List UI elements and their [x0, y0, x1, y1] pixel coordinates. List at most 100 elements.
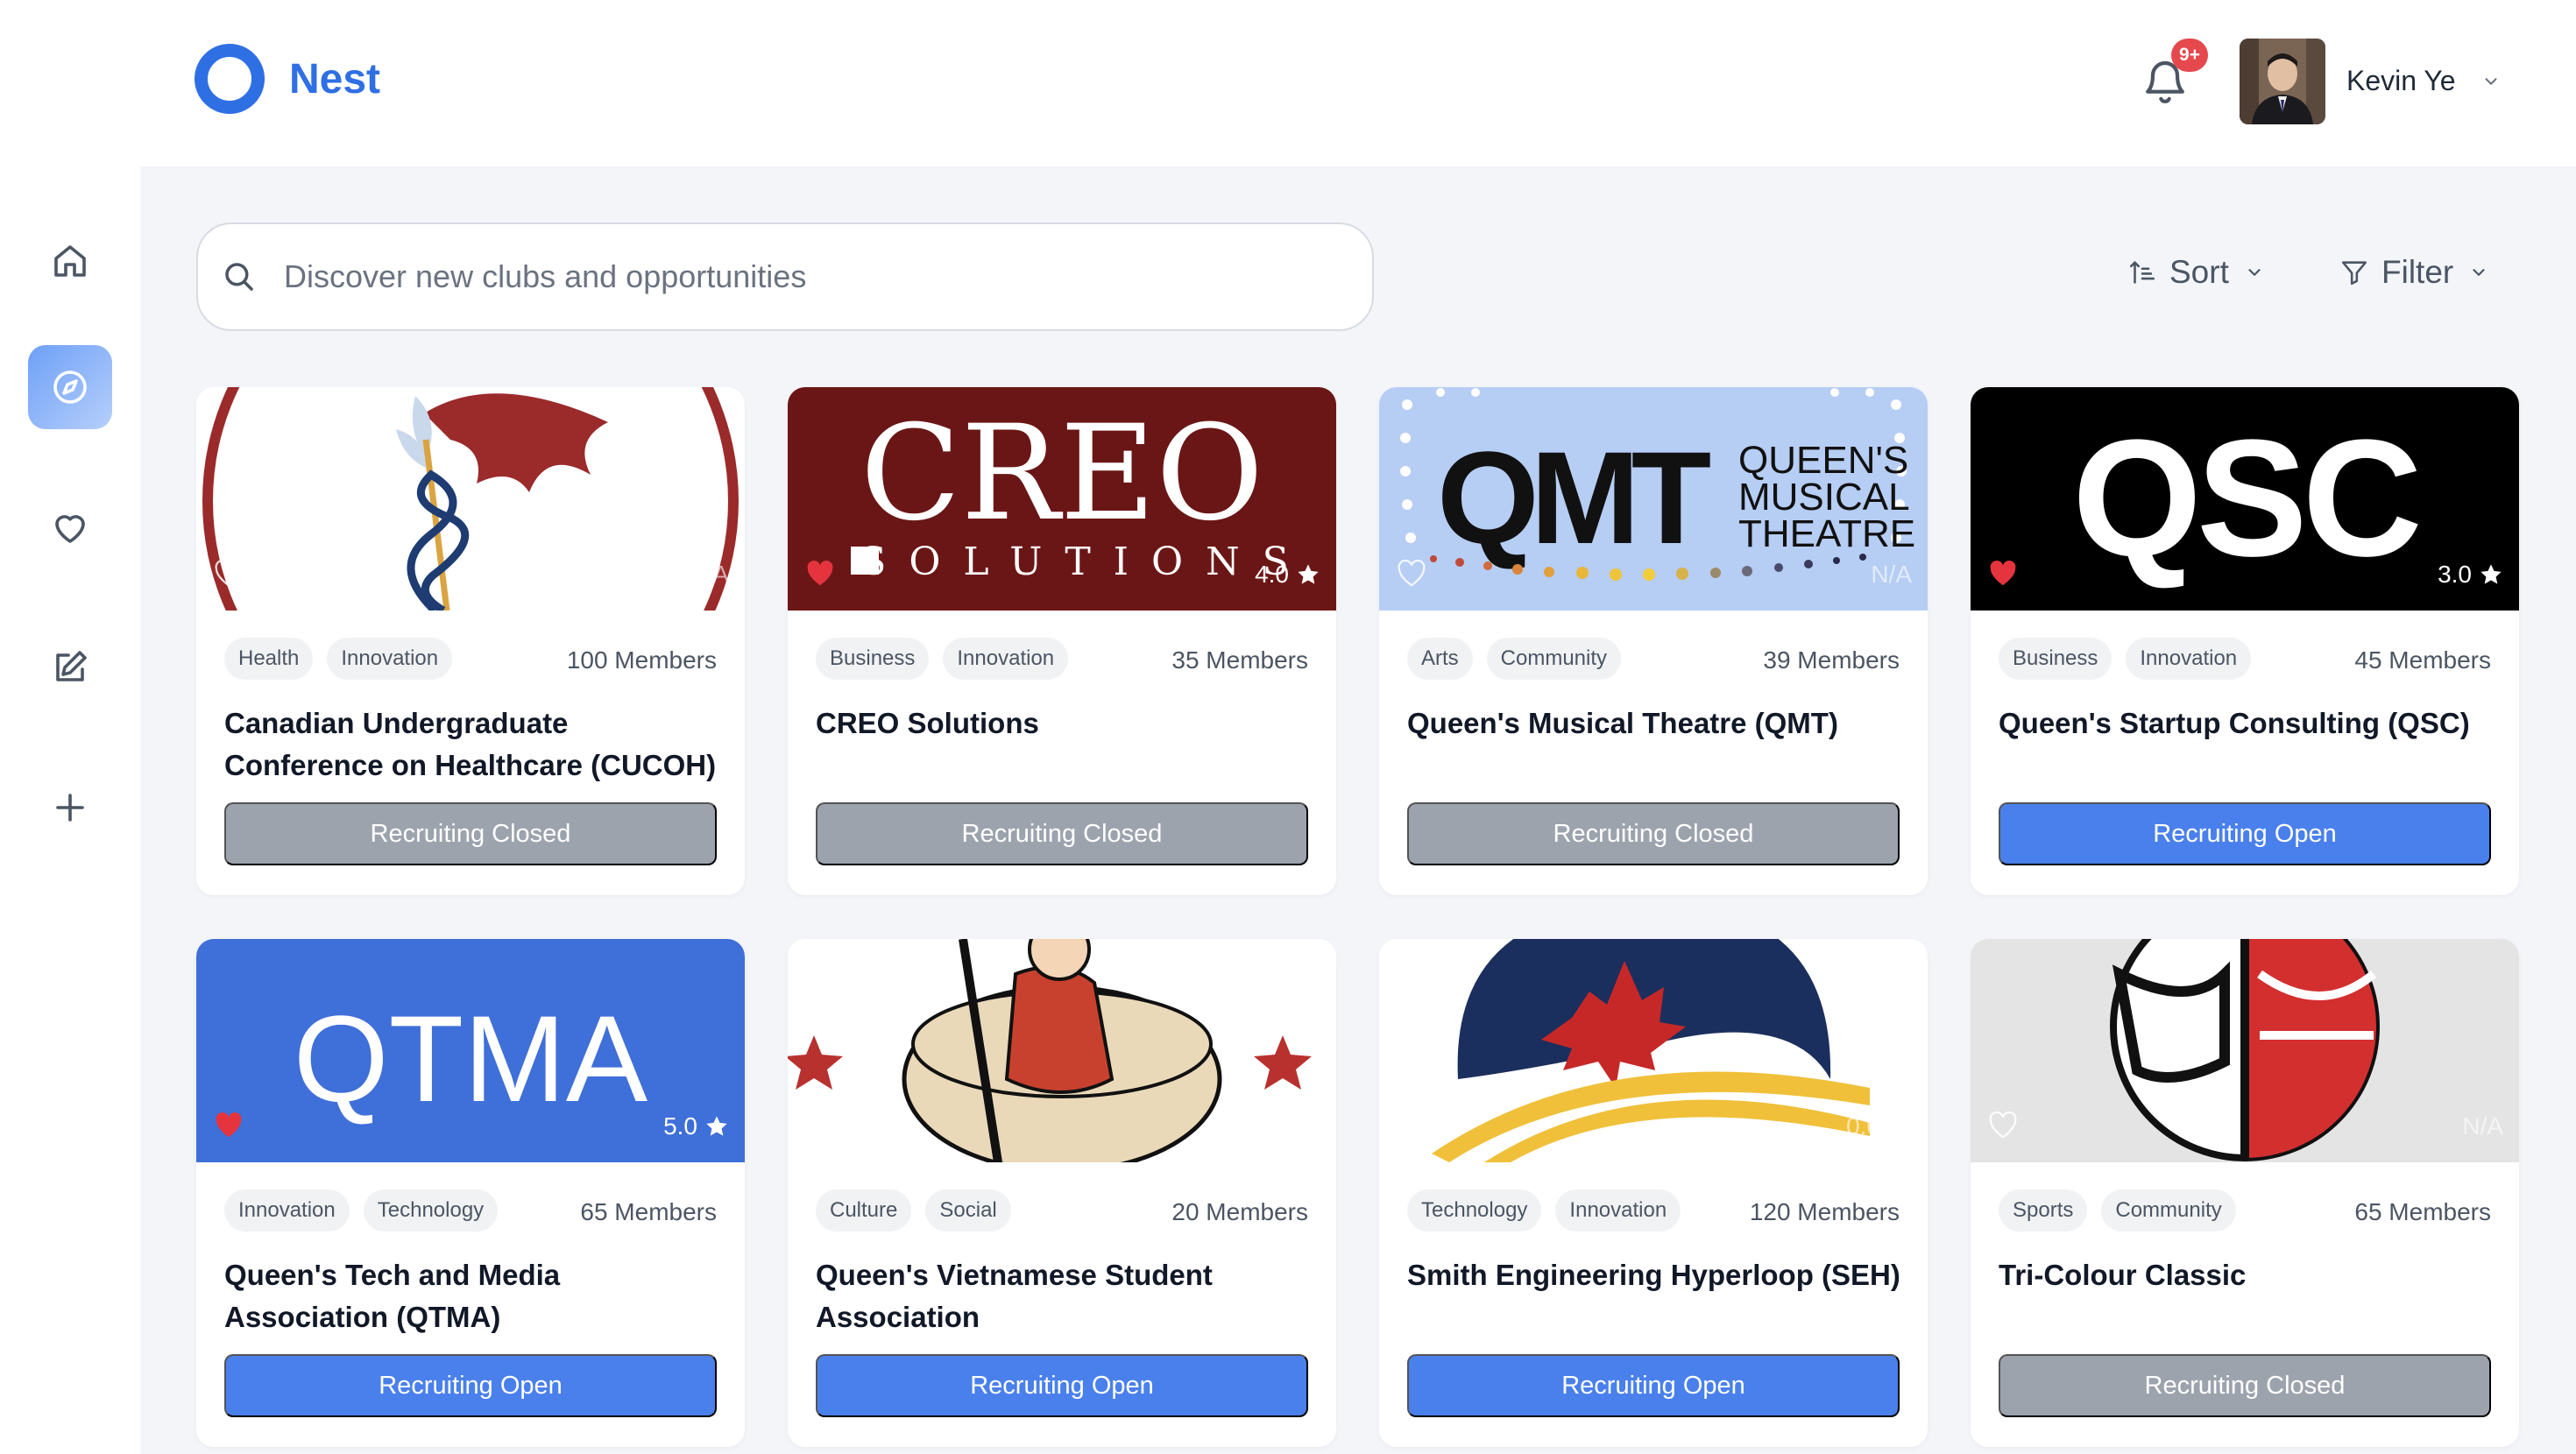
banner-text: SOLUTIONS	[860, 540, 1312, 584]
logo[interactable]: Nest	[195, 44, 380, 114]
tag[interactable]: Innovation	[224, 1189, 350, 1232]
club-banner	[788, 939, 1336, 1162]
recruiting-status-button[interactable]: Recruiting Open	[1407, 1354, 1900, 1417]
notification-badge: 9+	[2171, 39, 2208, 72]
tag-list: Business Innovation	[1999, 638, 2265, 680]
recruiting-status-button[interactable]: Recruiting Closed	[1407, 802, 1900, 865]
recruiting-status-button[interactable]: Recruiting Open	[224, 1354, 717, 1417]
tag[interactable]: Innovation	[2126, 638, 2252, 680]
club-name[interactable]: Tri-Colour Classic	[1999, 1254, 2498, 1296]
tag[interactable]: Technology	[363, 1189, 499, 1232]
rating-value: 5.0	[663, 1112, 697, 1140]
banner-text: QMT	[1437, 424, 1711, 571]
chevron-down-icon[interactable]	[2480, 72, 2502, 91]
favorite-heart-icon[interactable]	[1988, 1111, 2018, 1139]
recruiting-status-button[interactable]: Recruiting Closed	[1999, 1354, 2491, 1417]
recruiting-status-button[interactable]: Recruiting Closed	[816, 802, 1308, 865]
sidebar-item-home[interactable]	[28, 219, 112, 303]
club-name[interactable]: Queen's Musical Theatre (QMT)	[1407, 702, 1907, 745]
tag[interactable]: Innovation	[327, 638, 453, 680]
rating: 3.0	[2438, 561, 2503, 589]
tag[interactable]: Health	[224, 638, 314, 680]
brand-name: Nest	[289, 55, 381, 102]
tag[interactable]: Culture	[816, 1189, 912, 1232]
favorite-heart-icon[interactable]	[1988, 559, 2018, 587]
search-input[interactable]	[284, 258, 1335, 295]
tag[interactable]: Community	[2101, 1189, 2236, 1232]
tag-list: Business Innovation	[816, 638, 1082, 680]
tag[interactable]: Sports	[1999, 1189, 2088, 1232]
qmt-logo-icon: QMT QUEEN'S MUSICAL THEATRE	[1379, 387, 1928, 611]
tag[interactable]: Business	[1999, 638, 2112, 680]
member-count: 35 Members	[1171, 646, 1308, 674]
sort-label: Sort	[2169, 254, 2229, 290]
club-card[interactable]: QSC 3.0 Business Innovation 45 Members Q…	[1971, 387, 2519, 895]
plus-icon	[56, 794, 84, 822]
tag[interactable]: Community	[1486, 638, 1622, 680]
recruiting-status-button[interactable]: Recruiting Closed	[224, 802, 717, 865]
tag[interactable]: Innovation	[1555, 1189, 1681, 1232]
rating: 0.0	[1846, 1112, 1912, 1140]
search-bar[interactable]	[196, 222, 1374, 331]
club-card[interactable]: QTMA 5.0 Innovation Technology 65 Member…	[196, 939, 745, 1447]
sidebar-item-create[interactable]	[28, 766, 112, 850]
club-banner: QTMA 5.0	[196, 939, 745, 1162]
cucoh-logo-icon	[196, 387, 745, 611]
club-card[interactable]: N/A Sports Community 65 Members Tri-Colo…	[1971, 939, 2519, 1447]
compass-icon	[53, 371, 87, 404]
club-card[interactable]: N/A Health Innovation 100 Members Canadi…	[196, 387, 745, 895]
sidebar-item-edit[interactable]	[28, 625, 112, 709]
club-card[interactable]: CREO SOLUTIONS 4.0 Business Innovation 3…	[788, 387, 1336, 895]
tag-list: Technology Innovation	[1407, 1189, 1695, 1232]
sort-icon	[2129, 260, 2155, 284]
club-name[interactable]: Canadian Undergraduate Conference on Hea…	[224, 702, 724, 787]
club-card[interactable]: 0.0 Technology Innovation 120 Members Sm…	[1379, 939, 1928, 1447]
club-banner: QSC 3.0	[1971, 387, 2519, 611]
rating-value: N/A	[2462, 1112, 2503, 1140]
user-name[interactable]: Kevin Ye	[2346, 65, 2456, 97]
recruiting-status-button[interactable]: Recruiting Open	[816, 1354, 1308, 1417]
sort-button[interactable]: Sort	[2127, 254, 2264, 291]
tri-colour-logo-icon	[1971, 939, 2519, 1162]
favorite-heart-icon[interactable]	[214, 1111, 244, 1139]
tag-list: Sports Community	[1999, 1189, 2250, 1232]
favorite-heart-icon[interactable]	[1397, 1111, 1426, 1139]
sidebar-item-favorites[interactable]	[28, 485, 112, 569]
tag[interactable]: Technology	[1407, 1189, 1542, 1232]
rating-value: 0.0	[1846, 1112, 1880, 1140]
favorite-heart-icon[interactable]	[805, 559, 835, 587]
rating: 4.0	[1255, 561, 1320, 589]
club-banner: 0.0	[1379, 939, 1928, 1162]
tag-list: Arts Community	[1407, 638, 1635, 680]
club-banner: N/A	[196, 387, 745, 611]
club-name[interactable]: Smith Engineering Hyperloop (SEH)	[1407, 1254, 1907, 1296]
member-count: 39 Members	[1763, 646, 1900, 674]
tag[interactable]: Social	[925, 1189, 1011, 1232]
heart-icon	[55, 515, 85, 543]
club-name[interactable]: Queen's Tech and Media Association (QTMA…	[224, 1254, 724, 1338]
club-card[interactable]: QMT QUEEN'S MUSICAL THEATRE N/A Arts Com…	[1379, 387, 1928, 895]
avatar-photo-icon	[2240, 39, 2325, 124]
banner-text: THEATRE	[1738, 512, 1915, 555]
filter-button[interactable]: Filter	[2339, 254, 2488, 291]
club-name[interactable]: CREO Solutions	[816, 702, 1315, 745]
banner-text: QTMA	[294, 990, 648, 1127]
avatar[interactable]	[2240, 39, 2325, 124]
club-card[interactable]: Culture Social 20 Members Queen's Vietna…	[788, 939, 1336, 1447]
tag[interactable]: Business	[816, 638, 930, 680]
tag[interactable]: Arts	[1407, 638, 1473, 680]
chevron-down-icon	[2473, 269, 2485, 276]
club-name[interactable]: Queen's Startup Consulting (QSC)	[1999, 702, 2498, 745]
sidebar-item-explore[interactable]	[28, 345, 112, 429]
chevron-down-icon	[2248, 269, 2261, 276]
favorite-heart-icon[interactable]	[805, 1111, 835, 1139]
favorite-heart-icon[interactable]	[1397, 559, 1426, 587]
club-banner: CREO SOLUTIONS 4.0	[788, 387, 1336, 611]
banner-text: CREO	[860, 398, 1263, 550]
tag[interactable]: Innovation	[943, 638, 1069, 680]
club-name[interactable]: Queen's Vietnamese Student Association	[816, 1254, 1315, 1338]
star-icon	[1889, 1116, 1910, 1136]
rating: 5.0	[663, 1112, 729, 1140]
favorite-heart-icon[interactable]	[214, 559, 244, 587]
recruiting-status-button[interactable]: Recruiting Open	[1999, 802, 2491, 865]
